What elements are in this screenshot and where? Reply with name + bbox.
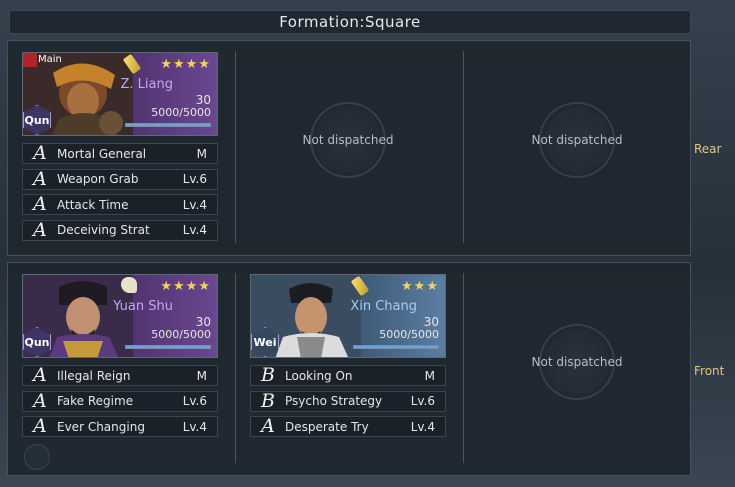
skill-level: M [424, 368, 435, 383]
skill-grade: A [33, 167, 47, 190]
skill-level: Lv.6 [182, 172, 207, 187]
main-tag-label: Main [38, 54, 62, 65]
front-row-label: Front [694, 364, 725, 378]
empty-slot-front-3[interactable]: Not dispatched [479, 320, 675, 404]
skill-name: Mortal General [57, 146, 147, 161]
star-rating: ★★★★ [160, 57, 211, 72]
skill-list-yuan-shu: A Illegal Reign M A Fake Regime Lv.6 A Ever C… [22, 365, 218, 442]
skill-row[interactable]: A Fake Regime Lv.6 [22, 389, 218, 412]
skill-level: Lv.4 [410, 419, 435, 434]
skill-row[interactable]: A Deceiving Strat Lv.4 [22, 218, 218, 241]
troop-bar [353, 345, 439, 349]
skill-level: Lv.4 [182, 197, 207, 212]
skill-name: Looking On [285, 368, 353, 383]
slot-divider [235, 273, 236, 463]
skill-row[interactable]: A Desperate Try Lv.4 [250, 415, 446, 438]
hero-name: Yuan Shu [113, 299, 173, 314]
skill-level: Lv.6 [410, 394, 435, 409]
hero-level: 30 [195, 315, 211, 329]
skill-name: Attack Time [57, 197, 129, 212]
skill-name: Weapon Grab [57, 172, 139, 187]
slot-divider [463, 273, 464, 463]
skill-grade: A [261, 415, 275, 438]
skill-row[interactable]: A Weapon Grab Lv.6 [22, 167, 218, 190]
skill-grade: B [261, 389, 275, 412]
skill-grade: A [33, 218, 47, 241]
formation-title-text: Formation:Square [279, 13, 421, 31]
skill-level: Lv.6 [182, 394, 207, 409]
rear-row-label: Rear [694, 142, 722, 156]
skill-name: Psycho Strategy [285, 394, 383, 409]
skill-row[interactable]: A Illegal Reign M [22, 365, 218, 386]
skill-name: Desperate Try [285, 419, 369, 434]
skill-name: Deceiving Strat [57, 223, 150, 238]
troop-bar [125, 345, 211, 349]
troop-bar-fill [126, 346, 210, 348]
troop-bar-fill [354, 346, 438, 348]
star-rating: ★★★★ [160, 279, 211, 294]
not-dispatched-label: Not dispatched [531, 355, 623, 369]
troop-bar [125, 123, 211, 127]
skill-row[interactable]: B Psycho Strategy Lv.6 [250, 389, 446, 412]
skill-list-z-liang: A Mortal General M A Weapon Grab Lv.6 A Attac… [22, 143, 218, 245]
slot-divider [235, 51, 236, 243]
hero-card-z-liang[interactable]: Main ★★★★ Z. Liang 30 5000/5000 Qun [22, 52, 218, 136]
skill-level: Lv.4 [182, 419, 207, 434]
hero-level: 30 [195, 93, 211, 107]
skill-row[interactable]: B Looking On M [250, 365, 446, 386]
skill-row[interactable]: A Ever Changing Lv.4 [22, 415, 218, 438]
hero-card-xin-chang[interactable]: ★★★ Xin Chang 30 5000/5000 Wei [250, 274, 446, 358]
hero-name: Z. Liang [120, 77, 173, 92]
skill-grade: A [33, 415, 47, 438]
empty-slot-rear-2[interactable]: Not dispatched [250, 98, 446, 182]
skill-name: Fake Regime [57, 394, 134, 409]
skill-grade: A [33, 193, 47, 216]
not-dispatched-label: Not dispatched [302, 133, 394, 147]
troop-bar-fill [126, 124, 210, 126]
not-dispatched-label: Not dispatched [531, 133, 623, 147]
skill-row[interactable]: A Attack Time Lv.4 [22, 193, 218, 216]
horse-icon [121, 277, 137, 293]
main-tag [23, 53, 37, 67]
slot-divider [463, 51, 464, 243]
hero-name: Xin Chang [350, 299, 417, 314]
hero-level: 30 [423, 315, 439, 329]
skill-level: M [196, 146, 207, 161]
skill-grade: A [33, 389, 47, 412]
skill-grade: A [33, 364, 47, 386]
empty-slot-rear-3[interactable]: Not dispatched [479, 98, 675, 182]
star-rating: ★★★ [401, 279, 439, 294]
hero-card-yuan-shu[interactable]: ★★★★ Yuan Shu 30 5000/5000 Qun [22, 274, 218, 358]
skill-level: M [196, 368, 207, 383]
skill-list-xin-chang: B Looking On M B Psycho Strategy Lv.6 A Despe… [250, 365, 446, 442]
troop-count: 5000/5000 [151, 106, 211, 119]
skill-row[interactable]: A Mortal General M [22, 143, 218, 164]
formation-title: Formation:Square [9, 10, 691, 34]
skill-grade: A [33, 142, 47, 164]
troop-count: 5000/5000 [379, 328, 439, 341]
corner-button[interactable] [24, 444, 50, 470]
skill-level: Lv.4 [182, 223, 207, 238]
skill-name: Ever Changing [57, 419, 145, 434]
skill-grade: B [261, 364, 275, 386]
skill-name: Illegal Reign [57, 368, 131, 383]
troop-count: 5000/5000 [151, 328, 211, 341]
